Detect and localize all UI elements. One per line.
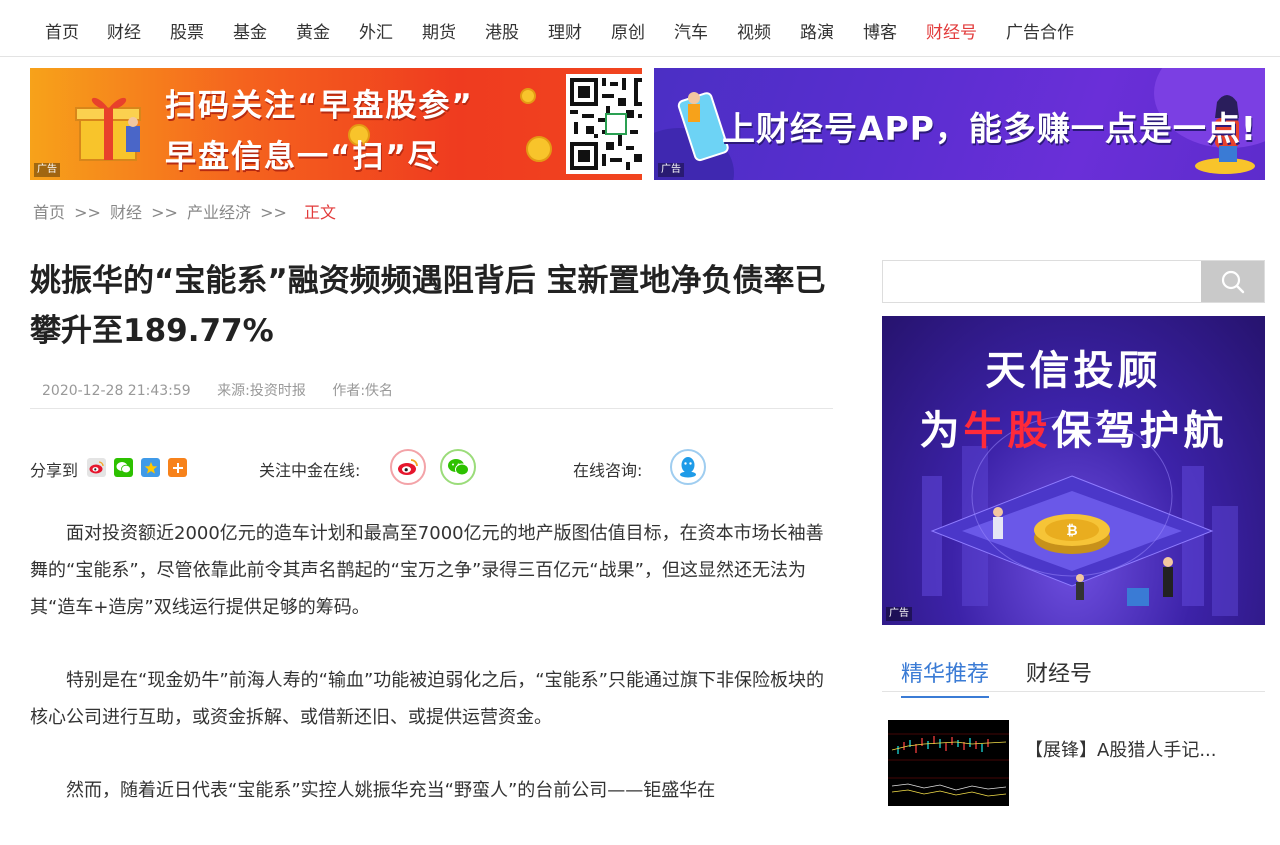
sidebar-ad-headline: 天信投顾 — [985, 348, 1162, 394]
article-title: 姚振华的“宝能系”融资频频遇阻背后 宝新置地净负债率已攀升至189.77% — [30, 263, 826, 349]
qr-code-icon — [566, 74, 642, 174]
sidebar-ad[interactable]: ₿ 天信投顾 为牛股保驾护航 广告 — [882, 316, 1265, 625]
article-paragraph: 特别是在“现金奶牛”前海人寿的“输血”功能被迫弱化之后，“宝能系”只能通过旗下非… — [30, 670, 824, 728]
nav-item-home[interactable]: 首页 — [45, 18, 79, 43]
nav-item-forex[interactable]: 外汇 — [359, 18, 393, 43]
nav-item-gold[interactable]: 黄金 — [296, 18, 330, 43]
coin-icon — [526, 136, 552, 162]
wechat-icon[interactable] — [440, 449, 476, 485]
recommend-title: 【展锋】A股猎人手记... — [1025, 740, 1217, 761]
nav-item-stocks[interactable]: 股票 — [170, 18, 204, 43]
breadcrumb-separator: >> — [74, 203, 101, 222]
recommend-item[interactable]: 【展锋】A股猎人手记... — [888, 720, 1265, 806]
breadcrumb-industry-economy[interactable]: 产业经济 — [187, 203, 251, 222]
wechat-icon[interactable] — [114, 458, 133, 477]
search-box — [882, 260, 1265, 303]
sidebar-ad-subline: 为牛股保驾护航 — [919, 408, 1228, 454]
breadcrumb: 首页 >> 财经 >> 产业经济 >> 正文 — [33, 199, 336, 223]
nav-item-original[interactable]: 原创 — [611, 18, 645, 43]
banner-left-headline: 扫码关注“早盘股参” — [165, 88, 474, 124]
nav-item-caijinghao[interactable]: 财经号 — [926, 18, 977, 43]
breadcrumb-separator: >> — [260, 203, 287, 222]
follow-label: 关注中金在线: — [259, 461, 361, 480]
nav-item-wealth[interactable]: 理财 — [548, 18, 582, 43]
weibo-icon[interactable] — [390, 449, 426, 485]
breadcrumb-home[interactable]: 首页 — [33, 203, 65, 222]
search-input[interactable] — [883, 261, 1201, 302]
article-paragraph: 面对投资额近2000亿元的造车计划和最高至7000亿元的地产版图估值目标，在资本… — [30, 523, 824, 618]
consult-label: 在线咨询: — [573, 461, 643, 480]
article-body: 面对投资额近2000亿元的造车计划和最高至7000亿元的地产版图估值目标，在资本… — [30, 515, 833, 845]
nav-item-funds[interactable]: 基金 — [233, 18, 267, 43]
nav-item-blog[interactable]: 博客 — [863, 18, 897, 43]
ad-label: 广告 — [886, 607, 912, 621]
breadcrumb-separator: >> — [151, 203, 178, 222]
qq-icon[interactable] — [670, 449, 706, 485]
divider — [30, 408, 833, 409]
weibo-icon[interactable] — [87, 458, 106, 477]
article-date: 2020-12-28 21:43:59 — [42, 383, 191, 399]
share-bar: 分享到 关注中金在线: 在线咨询: — [30, 449, 833, 485]
search-button[interactable] — [1201, 261, 1264, 302]
article-paragraph: 然而，随着近日代表“宝能系”实控人姚振华充当“野蛮人”的台前公司——钜盛华在 — [66, 780, 716, 801]
ad-label: 广告 — [658, 163, 684, 177]
nav-item-auto[interactable]: 汽车 — [674, 18, 708, 43]
article-source: 来源:投资时报 — [217, 383, 306, 399]
nav-item-roadshow[interactable]: 路演 — [800, 18, 834, 43]
banner-ad-left[interactable]: 扫码关注“早盘股参” 早盘信息一“扫”尽 广告 — [30, 68, 642, 180]
more-icon[interactable] — [168, 458, 187, 477]
sidebar-tabs: 精华推荐 财经号 — [882, 650, 1265, 698]
ad-label: 广告 — [34, 163, 60, 177]
nav-item-futures[interactable]: 期货 — [422, 18, 456, 43]
gift-box-icon — [75, 97, 141, 161]
recommend-thumbnail — [888, 720, 1009, 806]
top-navigation: 首页 财经 股票 基金 黄金 外汇 期货 港股 理财 原创 汽车 视频 路演 博… — [0, 0, 1280, 57]
nav-item-video[interactable]: 视频 — [737, 18, 771, 43]
banner-left-subline: 早盘信息一“扫”尽 — [165, 139, 441, 175]
nav-item-hk-stocks[interactable]: 港股 — [485, 18, 519, 43]
nav-item-finance[interactable]: 财经 — [107, 18, 141, 43]
breadcrumb-finance[interactable]: 财经 — [110, 203, 142, 222]
share-label: 分享到 — [30, 461, 79, 480]
search-icon — [1221, 270, 1244, 293]
tab-caijinghao[interactable]: 财经号 — [1026, 656, 1092, 696]
article-meta: 2020-12-28 21:43:59 来源:投资时报 作者:佚名 — [42, 380, 415, 400]
coin-icon — [520, 88, 536, 104]
nav-item-ad-cooperation[interactable]: 广告合作 — [1006, 18, 1074, 43]
breadcrumb-current: 正文 — [304, 203, 337, 222]
article-author: 作者:佚名 — [332, 383, 394, 399]
svg-text:₿: ₿ — [1066, 523, 1077, 539]
qzone-icon[interactable] — [141, 458, 160, 477]
tab-featured[interactable]: 精华推荐 — [901, 656, 990, 698]
banner-ad-right[interactable]: 上财经号APP，能多赚一点是一点! 广告 — [654, 68, 1265, 180]
stock-chart-thumbnail — [888, 720, 1009, 806]
banner-right-slogan: 上财经号APP，能多赚一点是一点! — [722, 109, 1257, 148]
